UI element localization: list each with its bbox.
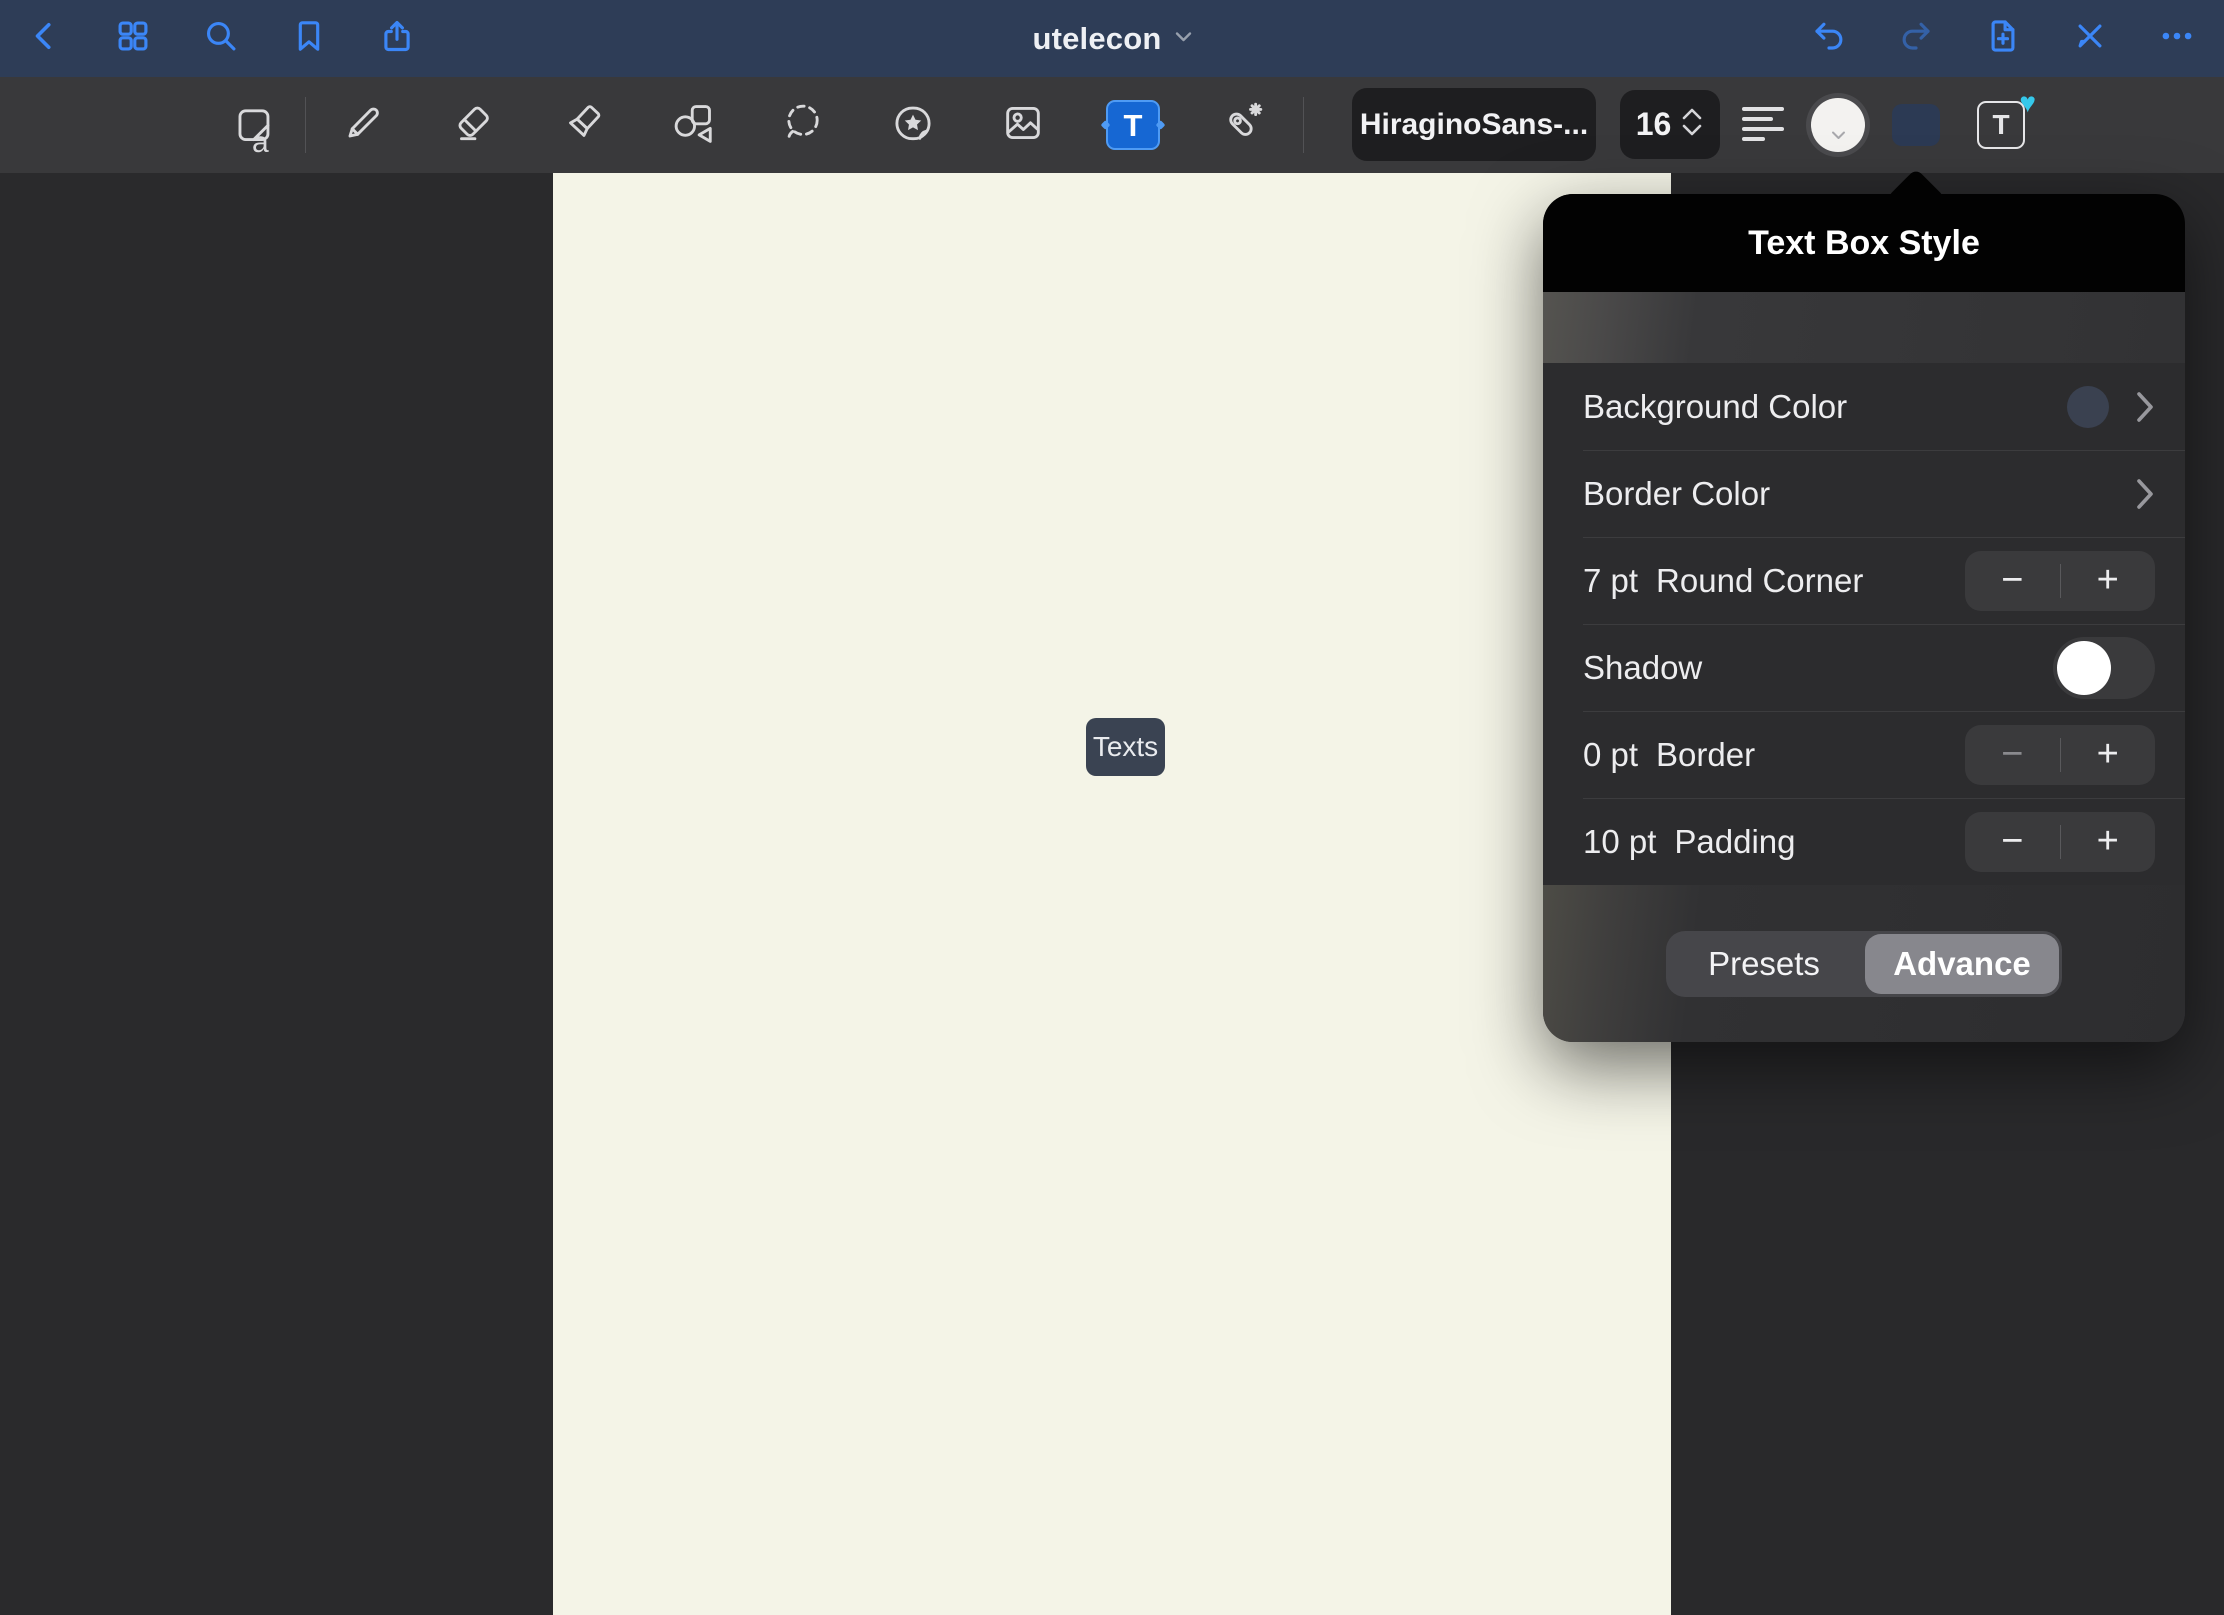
row-label: Border — [1656, 736, 1755, 774]
document-title: utelecon — [1032, 21, 1161, 57]
row-border-color[interactable]: Border Color — [1543, 450, 2185, 537]
note-page-canvas[interactable]: Texts — [553, 173, 1671, 1615]
border-width-value: 0 pt — [1583, 736, 1638, 774]
page-plus-icon — [1985, 18, 2021, 59]
stop-editing-button[interactable] — [2071, 20, 2109, 58]
row-border-width: 0 pt Border − + — [1543, 711, 2185, 798]
background-color-swatch — [2067, 386, 2109, 428]
plus-button[interactable]: + — [2061, 812, 2156, 872]
row-label: Round Corner — [1656, 562, 1863, 600]
presets-tab[interactable]: Presets — [1666, 945, 1862, 983]
tools-toolbar: a T Hira — [0, 77, 2224, 173]
align-left-icon — [1742, 107, 1784, 111]
toolbar-separator — [305, 97, 306, 153]
minus-button[interactable]: − — [1965, 551, 2060, 611]
minus-button[interactable]: − — [1965, 812, 2060, 872]
tool-lasso[interactable] — [748, 77, 858, 173]
redo-icon — [1898, 18, 1934, 59]
row-label: Background Color — [1583, 388, 1847, 426]
navigation-bar: utelecon — [0, 0, 2224, 77]
pen-icon — [340, 100, 386, 151]
tool-pen[interactable] — [308, 77, 418, 173]
eraser-icon — [450, 100, 496, 151]
tool-group: a T — [198, 77, 1298, 173]
row-background-color[interactable]: Background Color — [1543, 363, 2185, 450]
ellipsis-icon — [2159, 18, 2195, 59]
laser-pointer-icon — [1220, 100, 1266, 151]
up-down-chevrons-icon — [1680, 103, 1704, 146]
tool-eraser[interactable] — [418, 77, 528, 173]
toggle-knob — [2057, 641, 2111, 695]
undo-icon — [1811, 18, 1847, 59]
row-label: Shadow — [1583, 649, 1702, 687]
toolbar-separator — [1303, 97, 1304, 153]
canvas-text-box[interactable]: Texts — [1086, 718, 1165, 776]
chevron-down-icon — [1175, 30, 1192, 48]
tool-read-mode[interactable]: a — [198, 77, 308, 173]
redo-button[interactable] — [1897, 20, 1935, 58]
shapes-icon — [670, 100, 716, 151]
presets-advance-segmented-control: Presets Advance — [1666, 931, 2062, 997]
row-padding: 10 pt Padding − + — [1543, 798, 2185, 885]
highlighter-icon — [560, 100, 606, 151]
font-size-stepper[interactable]: 16 — [1620, 90, 1720, 159]
tool-text[interactable]: T — [1078, 77, 1188, 173]
popover-header: Text Box Style — [1543, 194, 2185, 292]
chevron-down-icon — [1831, 131, 1846, 140]
lasso-icon — [780, 100, 826, 151]
row-label: Border Color — [1583, 475, 1770, 513]
round-corner-stepper: − + — [1965, 551, 2155, 611]
font-size-value: 16 — [1636, 106, 1672, 143]
text-tool-letter: T — [1124, 110, 1143, 141]
more-button[interactable] — [2158, 20, 2196, 58]
chevron-right-icon — [2135, 390, 2155, 424]
pencil-cross-icon — [2072, 18, 2108, 59]
text-color-swatch — [1811, 98, 1865, 152]
border-width-stepper: − + — [1965, 725, 2155, 785]
advance-tab[interactable]: Advance — [1865, 934, 2059, 994]
sticker-icon — [890, 100, 936, 151]
font-name-button[interactable]: HiraginoSans-... — [1352, 88, 1596, 161]
popover-preview-band — [1543, 292, 2185, 363]
text-box-style-button[interactable]: T ♥ — [1977, 101, 2025, 149]
add-page-button[interactable] — [1984, 20, 2022, 58]
padding-stepper: − + — [1965, 812, 2155, 872]
canvas-margin-left — [0, 173, 553, 1615]
tool-shapes[interactable] — [638, 77, 748, 173]
tool-sticker[interactable] — [858, 77, 968, 173]
round-corner-value: 7 pt — [1583, 562, 1638, 600]
padding-value: 10 pt — [1583, 823, 1656, 861]
tool-laser-pointer[interactable] — [1188, 77, 1298, 173]
popover-rows: Background Color Border Color 7 pt Round… — [1543, 363, 2185, 885]
heart-badge-icon: ♥ — [2019, 89, 2036, 117]
tool-highlighter[interactable] — [528, 77, 638, 173]
minus-button[interactable]: − — [1965, 725, 2060, 785]
text-tool-icon: T — [1106, 100, 1160, 150]
plus-button[interactable]: + — [2061, 725, 2156, 785]
text-align-button[interactable] — [1742, 107, 1784, 143]
row-round-corner: 7 pt Round Corner − + — [1543, 537, 2185, 624]
box-style-letter: T — [1992, 111, 2009, 139]
nav-right-group — [1810, 0, 2196, 77]
text-box-style-popover: Text Box Style Background Color Border C… — [1543, 194, 2185, 1042]
shadow-toggle[interactable] — [2053, 637, 2155, 699]
chevron-right-icon — [2135, 477, 2155, 511]
popover-footer: Presets Advance — [1543, 885, 2185, 1042]
row-shadow: Shadow — [1543, 624, 2185, 711]
undo-button[interactable] — [1810, 20, 1848, 58]
text-box-color-button[interactable] — [1892, 104, 1940, 146]
image-icon — [1000, 100, 1046, 151]
popover-title: Text Box Style — [1748, 224, 1980, 263]
read-mode-icon: a — [230, 102, 276, 148]
row-label: Padding — [1674, 823, 1795, 861]
text-color-button[interactable] — [1806, 93, 1870, 157]
tool-image[interactable] — [968, 77, 1078, 173]
plus-button[interactable]: + — [2061, 551, 2156, 611]
read-mode-letter: a — [252, 128, 269, 158]
